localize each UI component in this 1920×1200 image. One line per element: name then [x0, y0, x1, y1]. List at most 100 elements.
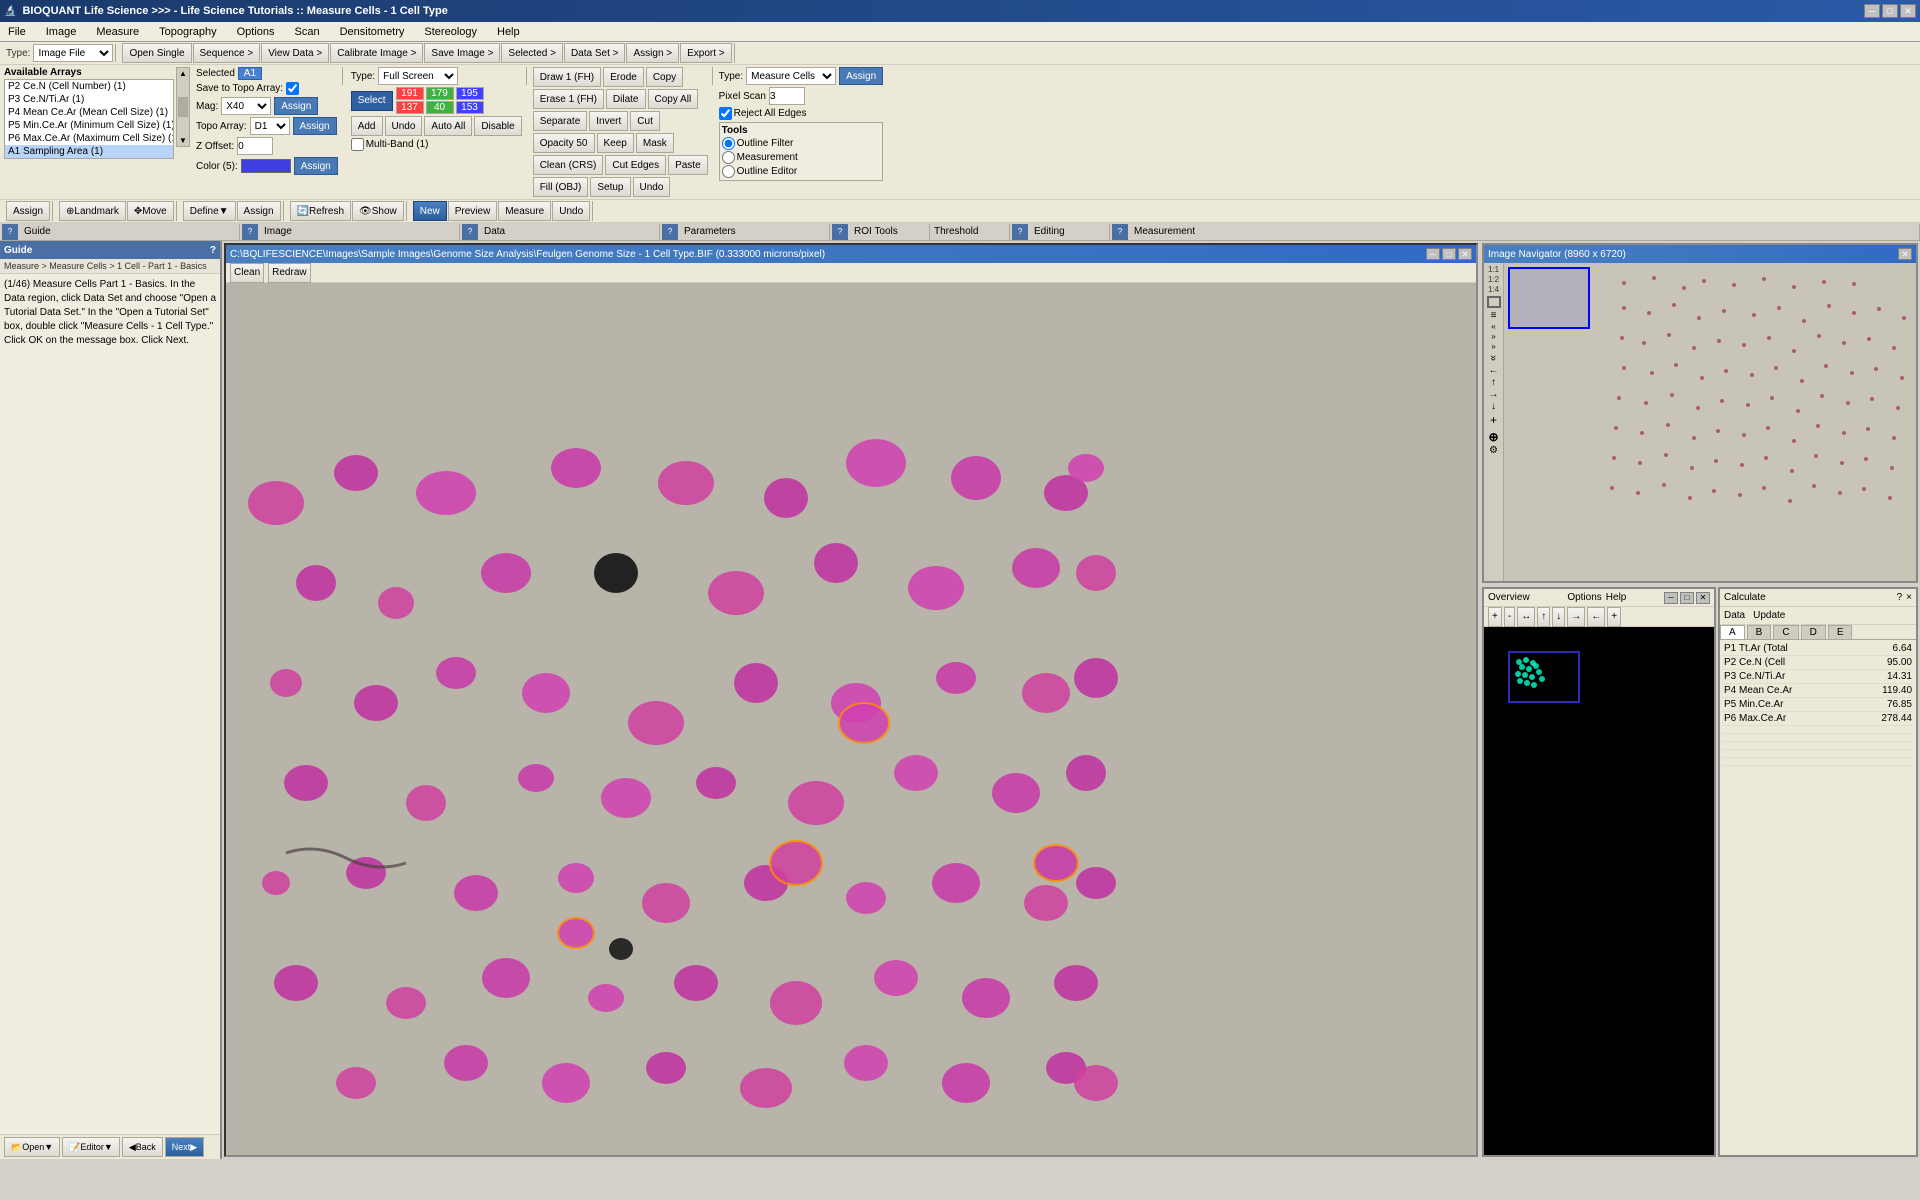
redraw-button[interactable]: Redraw — [268, 263, 310, 283]
calc-tab-e[interactable]: E — [1828, 625, 1853, 639]
measure-cells-select[interactable]: Measure Cells — [746, 67, 836, 85]
menu-measure[interactable]: Measure — [92, 25, 143, 39]
calc-tab-a[interactable]: A — [1720, 625, 1745, 639]
z-offset-input[interactable] — [237, 137, 273, 155]
menu-help[interactable]: Help — [493, 25, 524, 39]
move-button[interactable]: ✥ Move — [127, 201, 174, 221]
pixel-scan-input[interactable] — [769, 87, 805, 105]
draw1-button[interactable]: Draw 1 (FH) — [533, 67, 601, 87]
menu-topography[interactable]: Topography — [155, 25, 221, 39]
cut-button[interactable]: Cut — [630, 111, 660, 131]
sequence-button[interactable]: Sequence > — [193, 43, 261, 63]
nav-zoom-in[interactable]: + — [1490, 413, 1497, 427]
img-maximize[interactable]: □ — [1442, 248, 1456, 260]
export-button[interactable]: Export > — [680, 43, 732, 63]
preview-button[interactable]: Preview — [448, 201, 498, 221]
measurement-radio[interactable] — [722, 151, 735, 164]
dilate-button[interactable]: Dilate — [606, 89, 646, 109]
setup-button[interactable]: Setup — [590, 177, 630, 197]
array-item-5[interactable]: A1 Sampling Area (1) — [5, 145, 173, 158]
nav-icon-down[interactable]: » — [1491, 342, 1495, 351]
refresh-button[interactable]: 🔄 Refresh — [290, 201, 351, 221]
assign-topo-button[interactable]: Assign — [293, 117, 337, 135]
calc-tab-c[interactable]: C — [1773, 625, 1798, 639]
fill-obj-button[interactable]: Fill (OBJ) — [533, 177, 589, 197]
ov-left[interactable]: ← — [1587, 607, 1605, 627]
array-item-2[interactable]: P4 Mean Ce.Ar (Mean Cell Size) (1) — [5, 106, 173, 119]
menu-options[interactable]: Options — [233, 25, 279, 39]
scale-1-2[interactable]: 1:2 — [1488, 275, 1499, 284]
ov-minimize[interactable]: ─ — [1664, 592, 1678, 604]
nav-zoom-out[interactable]: ⊕ — [1488, 430, 1498, 444]
data-set-button[interactable]: Data Set > — [564, 43, 626, 63]
maximize-button[interactable]: □ — [1882, 4, 1898, 18]
ov-up[interactable]: ↑ — [1537, 607, 1550, 627]
outline-editor-option[interactable]: Outline Editor — [722, 165, 880, 178]
select-button[interactable]: Select — [351, 91, 393, 111]
outline-filter-radio[interactable] — [722, 137, 735, 150]
invert-button[interactable]: Invert — [589, 111, 628, 131]
ov-plus2[interactable]: + — [1607, 607, 1621, 627]
new-button[interactable]: New — [413, 201, 447, 221]
view-data-button[interactable]: View Data > — [261, 43, 329, 63]
menu-file[interactable]: File — [4, 25, 30, 39]
show-button[interactable]: 👁 Show — [352, 201, 404, 221]
clean-button[interactable]: Clean — [230, 263, 264, 283]
nav-arrow-up[interactable]: ↑ — [1491, 377, 1496, 388]
assign-mag-button[interactable]: Assign — [274, 97, 318, 115]
reject-edges-checkbox[interactable] — [719, 107, 732, 120]
undo3-button[interactable]: Undo — [633, 177, 671, 197]
define-button[interactable]: Define ▼ — [183, 201, 236, 221]
copy-btn[interactable]: Copy — [646, 67, 683, 87]
keep-button[interactable]: Keep — [597, 133, 634, 153]
save-image-button[interactable]: Save Image > — [424, 43, 500, 63]
ov-maximize[interactable]: □ — [1680, 592, 1694, 604]
nav-icon-down2[interactable]: » — [1488, 355, 1500, 361]
array-item-4[interactable]: P6 Max.Ce.Ar (Maximum Cell Size) (1) — [5, 132, 173, 145]
outline-filter-option[interactable]: Outline Filter — [722, 137, 880, 150]
erode-button[interactable]: Erode — [603, 67, 644, 87]
nav-icon-right[interactable]: » — [1491, 332, 1495, 341]
scroll-down[interactable]: ▼ — [179, 136, 187, 145]
overview-help[interactable]: Help — [1606, 592, 1627, 603]
menu-scan[interactable]: Scan — [291, 25, 324, 39]
paste-button[interactable]: Paste — [668, 155, 708, 175]
calc-tab-b[interactable]: B — [1747, 625, 1772, 639]
ov-zoom-out[interactable]: - — [1504, 607, 1515, 627]
ov-close[interactable]: ✕ — [1696, 592, 1710, 604]
add-button[interactable]: Add — [351, 116, 383, 136]
scroll-thumb[interactable] — [178, 97, 188, 117]
auto-all-button[interactable]: Auto All — [424, 116, 472, 136]
assign3-button[interactable]: Assign — [839, 67, 883, 85]
ov-fit[interactable]: ↔ — [1517, 607, 1535, 627]
nav-tools-icon[interactable]: ⚙ — [1489, 445, 1498, 456]
menu-densitometry[interactable]: Densitometry — [336, 25, 409, 39]
mag-select[interactable]: X40 — [221, 97, 271, 115]
selected-button[interactable]: Selected > — [501, 43, 563, 63]
nav-icon-eq[interactable]: ≡ — [1491, 310, 1497, 321]
open-single-button[interactable]: Open Single — [122, 43, 191, 63]
assign-color-button[interactable]: Assign — [294, 157, 338, 175]
nav-arrow-right[interactable]: → — [1489, 389, 1499, 400]
menu-image[interactable]: Image — [42, 25, 81, 39]
calc-menu-data[interactable]: Data — [1724, 610, 1745, 621]
multiband-checkbox[interactable] — [351, 138, 364, 151]
assign-button-1[interactable]: Assign > — [626, 43, 679, 63]
landmark-button[interactable]: ⊕ Landmark — [59, 201, 126, 221]
mask-button[interactable]: Mask — [636, 133, 674, 153]
calc-close-btn[interactable]: × — [1906, 592, 1912, 603]
arrays-list[interactable]: P2 Ce.N (Cell Number) (1) P3 Ce.N/Ti.Ar … — [4, 79, 174, 159]
clean-crs-button[interactable]: Clean (CRS) — [533, 155, 604, 175]
measurement-option[interactable]: Measurement — [722, 151, 880, 164]
calc-tab-d[interactable]: D — [1801, 625, 1826, 639]
back-button[interactable]: ◀ Back — [122, 1137, 163, 1157]
img-close[interactable]: ✕ — [1458, 248, 1472, 260]
separate-button[interactable]: Separate — [533, 111, 588, 131]
topo-array-select[interactable]: D1 — [250, 117, 290, 135]
disable-button[interactable]: Disable — [474, 116, 521, 136]
nav-icon-rect[interactable] — [1487, 296, 1501, 308]
nav-arrow-down[interactable]: ↓ — [1491, 401, 1496, 412]
undo-btn-2[interactable]: Undo — [385, 116, 423, 136]
next-button[interactable]: Next ▶ — [165, 1137, 204, 1157]
nav-close-btn[interactable]: ✕ — [1898, 248, 1912, 260]
